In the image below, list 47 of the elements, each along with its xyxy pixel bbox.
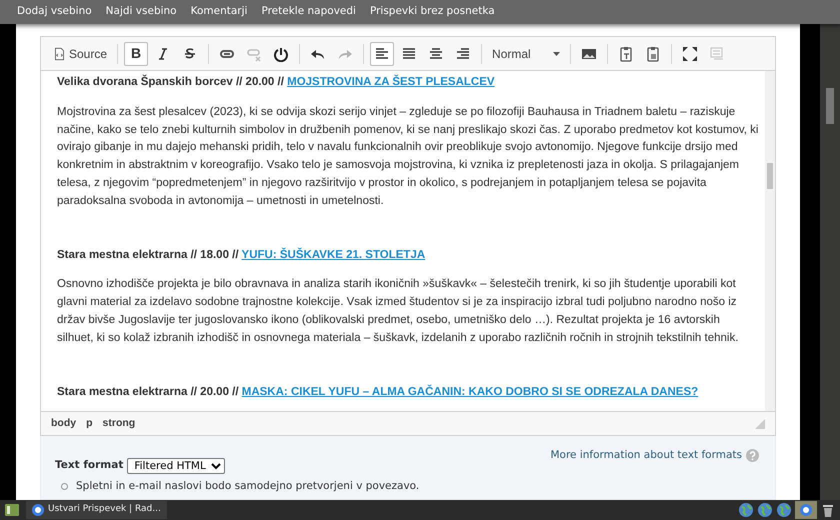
paragraph: Osnovno izhodišče projekta je bilo obravnava in analiza starih ikoničnih »šuškavk« – šelestečih trenirk, ki so jih študentje uporabili kot glavni material za izdelavo sodobne trajnostne kolekcije. Vsak izmed študentov si je za inspiracijo izbral tudi poljubno narodno nošo iz držav bivše Jugoslavije ter jugoslovansko ikono (oblikovalski predmet, osebo, umetniško delo …). Rezultat projekta je 16 avtorskih silhuet, ki so kolaž izbranih izhodišč in osnovnega materiala – šuškavk, izdelanih z uporabo različnih ročnih in strojnih tekstilnih tehnik. <box>57 277 740 346</box>
align-center-icon <box>428 46 444 62</box>
format-dropdown[interactable]: Normal <box>488 44 564 62</box>
align-left-button[interactable] <box>370 42 394 66</box>
menu-link[interactable]: Komentarji <box>190 4 248 20</box>
menu-icon[interactable] <box>4 503 20 517</box>
show-blocks-icon <box>709 46 726 62</box>
event-link[interactable]: YUFU: ŠUŠKAVKE 21. STOLETJA <box>242 248 426 261</box>
scrollbar[interactable] <box>765 71 775 411</box>
venue-text: Velika dvorana Španskih borcev // 20.00 // <box>57 76 284 88</box>
browser-icon[interactable] <box>795 501 817 519</box>
taskbar-window-button[interactable]: Ustvari Prispevek | Rad... <box>26 501 167 519</box>
browser-icon <box>32 504 44 516</box>
caret-icon <box>553 52 560 56</box>
page-scrollbar[interactable] <box>820 24 840 500</box>
align-right-icon <box>455 46 472 62</box>
event-link[interactable]: MASKA: CIKEL YUFU – ALMA GAČANIN: KAKO DOBRO SI SE ODREZALA DANES? <box>242 386 698 398</box>
event-link[interactable]: MOJSTROVINA ZA ŠEST PLESALCEV <box>287 76 495 88</box>
help-link[interactable]: More information about text formats <box>550 448 742 464</box>
venue-text: Stara mestna elektrarna // 20.00 // <box>57 386 239 398</box>
globe-icon[interactable] <box>738 502 754 518</box>
align-left-icon <box>374 46 390 62</box>
bold-button[interactable]: B <box>124 42 148 66</box>
bullet-icon <box>61 483 68 490</box>
paste-word-icon <box>645 46 662 62</box>
maximize-icon <box>682 46 698 62</box>
path-element[interactable]: strong <box>102 416 136 432</box>
paragraph: Mojstrovina za šest plesalcev (2023), ki se odvija skozi serijo vinjet – zgleduje se po filozofiji Bauhausa in Triadnem baletu – raziskuje načine, kako se telo znebi kulturnih simbolov in družbenih pomenov, ki se nanj preslikajo skozi čas. Z uporabo predmetov kot kostumov, ki ovirajo gibanje in mu dajejo mehanski pridih, telo v navalu funkcionalnih ovir preoblikuje svojo avtonomijo. Njegove funkcije drsijo med konkretnim in abstraktnim v koreografijo. Vsako telo je samosvoja mojstrovina, ki vznika iz prepletenosti jaza in okolja. S prilagajanjem telesa, z njegovim “popredmetenjem” in njegovo razširitvijo v prostor in okolico, s podrejanjem in potapljanjem telesa se pojavita paradoksalna svoboda in avtonomija – umetnosti in umetelnosti. <box>57 104 759 209</box>
menu-link[interactable]: Prispevki brez posnetka <box>370 4 495 20</box>
source-button[interactable]: Source <box>49 42 112 66</box>
menu-link[interactable]: Dodaj vsebino <box>17 4 92 20</box>
document-icon <box>53 46 66 60</box>
globe-icon[interactable] <box>776 502 792 518</box>
resize-handle-icon[interactable] <box>755 418 765 428</box>
paste-text-icon <box>618 46 634 62</box>
path-element[interactable]: p <box>86 416 93 432</box>
menu-link[interactable]: Najdi vsebino <box>106 4 177 20</box>
text-format-select[interactable]: Filtered HTML <box>127 458 226 474</box>
path-element[interactable]: body <box>51 416 76 432</box>
trash-icon[interactable] <box>820 502 836 518</box>
text-format-label: Text format <box>55 458 124 474</box>
justify-icon <box>401 46 418 62</box>
venue-text: Stara mestna elektrarna // 18.00 // <box>57 248 239 261</box>
globe-icon[interactable] <box>757 502 773 518</box>
tip-text: Spletni in e-mail naslovi bodo samodejno pretvorjeni v povezavo. <box>76 479 420 494</box>
menu-link[interactable]: Pretekle napovedi <box>261 4 356 20</box>
help-icon <box>746 449 759 462</box>
